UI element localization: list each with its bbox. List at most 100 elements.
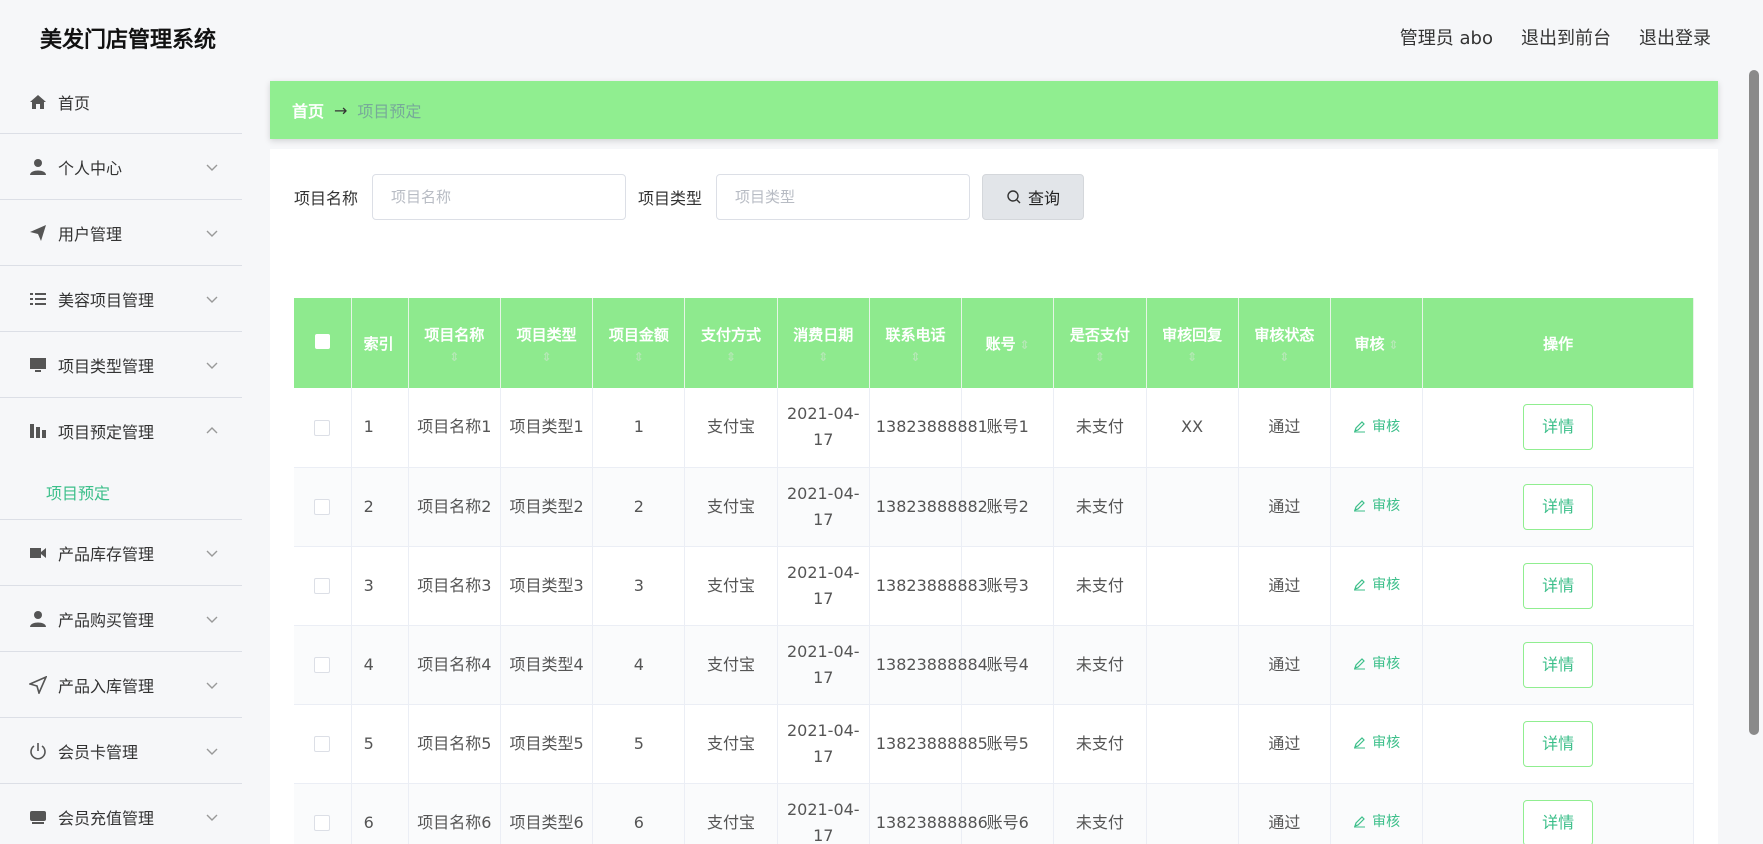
cell-pay: 支付宝: [684, 546, 778, 626]
select-all-checkbox[interactable]: [314, 333, 330, 349]
card-icon: [28, 807, 48, 827]
home-icon: [28, 92, 48, 112]
cell-type: 项目类型1: [500, 388, 594, 468]
power-icon: [28, 741, 48, 761]
sort-icon[interactable]: ⇕: [1245, 351, 1324, 363]
row-checkbox-cell[interactable]: [294, 388, 352, 468]
chevron-down-icon: [206, 682, 218, 689]
row-checkbox-cell[interactable]: [294, 704, 352, 784]
project-type-input[interactable]: [716, 174, 971, 220]
sort-icon[interactable]: ⇕: [415, 351, 494, 363]
row-checkbox[interactable]: [314, 578, 331, 594]
row-checkbox[interactable]: [314, 736, 331, 752]
col-audit-reply[interactable]: 审核回复 ⇕: [1146, 298, 1239, 388]
detail-button[interactable]: 详情: [1523, 641, 1594, 688]
sort-icon[interactable]: ⇕: [1153, 351, 1232, 363]
page-scrollbar[interactable]: [1749, 70, 1759, 844]
col-label: 联系电话: [885, 325, 946, 344]
audit-link[interactable]: 审核: [1353, 809, 1400, 835]
col-is-paid[interactable]: 是否支付 ⇕: [1053, 298, 1147, 388]
cell-reply: [1146, 704, 1239, 784]
sort-icon[interactable]: ⇕: [876, 351, 955, 363]
sort-icon[interactable]: ⇕: [507, 351, 586, 363]
sort-icon[interactable]: ⇕: [784, 351, 863, 363]
sidebar-item-label: 产品购买管理: [58, 610, 155, 630]
sidebar-item-product-purchase[interactable]: 产品购买管理: [0, 586, 242, 652]
arrow-right-icon: →: [334, 100, 348, 120]
select-all-checkbox-cell[interactable]: [294, 298, 352, 388]
col-payment-method[interactable]: 支付方式 ⇕: [684, 298, 778, 388]
app-title: 美发门店管理系统: [40, 28, 217, 53]
cell-paid: 未支付: [1053, 704, 1147, 784]
cell-amount: 3: [592, 546, 686, 626]
sidebar-item-member-recharge[interactable]: 会员充值管理: [0, 784, 242, 844]
col-project-amount[interactable]: 项目金额 ⇕: [592, 298, 686, 388]
edit-icon: [1354, 421, 1366, 433]
audit-link[interactable]: 审核: [1353, 572, 1400, 598]
col-index: 索引: [351, 298, 409, 388]
col-audit-status[interactable]: 审核状态 ⇕: [1238, 298, 1331, 388]
sort-icon[interactable]: ⇕: [1389, 338, 1399, 352]
row-checkbox[interactable]: [314, 657, 331, 673]
col-label: 项目类型: [516, 325, 577, 344]
sidebar-item-personal-center[interactable]: 个人中心: [0, 134, 242, 200]
audit-link[interactable]: 审核: [1353, 730, 1400, 756]
cell-amount: 5: [592, 704, 686, 784]
detail-button[interactable]: 详情: [1523, 483, 1594, 530]
sidebar-item-project-booking[interactable]: 项目预定管理: [0, 398, 242, 464]
audit-link[interactable]: 审核: [1353, 493, 1400, 519]
row-checkbox[interactable]: [314, 815, 331, 831]
sidebar-item-label: 首页: [58, 93, 91, 113]
edit-icon: [1354, 816, 1366, 828]
col-actions: 操作: [1422, 298, 1694, 388]
user-icon: [28, 157, 48, 177]
type-label: 项目类型: [638, 189, 703, 208]
search-button[interactable]: 查询: [982, 174, 1085, 220]
sort-icon[interactable]: ⇕: [599, 351, 678, 363]
col-phone[interactable]: 联系电话 ⇕: [869, 298, 963, 388]
scrollbar-thumb[interactable]: [1749, 70, 1759, 735]
breadcrumb: 首页 → 项目预定: [270, 81, 1718, 139]
row-checkbox-cell[interactable]: [294, 783, 352, 844]
sidebar-item-home[interactable]: 首页: [0, 70, 242, 134]
sidebar-item-beauty-project[interactable]: 美容项目管理: [0, 266, 242, 332]
detail-button[interactable]: 详情: [1523, 720, 1594, 767]
cell-index: 1: [351, 388, 409, 468]
exit-to-front-link[interactable]: 退出到前台: [1521, 24, 1611, 50]
audit-link-label: 审核: [1372, 418, 1401, 435]
cell-type: 项目类型4: [500, 625, 594, 705]
sidebar-subitem-project-booking[interactable]: 项目预定: [0, 464, 242, 520]
sidebar-item-member-card[interactable]: 会员卡管理: [0, 718, 242, 784]
col-project-name[interactable]: 项目名称 ⇕: [408, 298, 502, 388]
detail-button[interactable]: 详情: [1523, 562, 1594, 609]
col-label: 项目金额: [608, 325, 669, 344]
sidebar-item-project-type[interactable]: 项目类型管理: [0, 332, 242, 398]
row-checkbox-cell[interactable]: [294, 467, 352, 547]
cell-actions: 详情: [1422, 388, 1694, 468]
table-row: 1 项目名称1 项目类型1 1 支付宝 2021-04-17 13823888881 账号1 未…: [294, 388, 1694, 468]
logout-link[interactable]: 退出登录: [1639, 24, 1711, 50]
sidebar-item-product-inbound[interactable]: 产品入库管理: [0, 652, 242, 718]
col-consume-date[interactable]: 消费日期 ⇕: [777, 298, 870, 388]
audit-link[interactable]: 审核: [1353, 414, 1400, 440]
admin-label: 管理员 abo: [1399, 28, 1493, 49]
sidebar: 首页 个人中心 用户管理 美容项目管理 项目类型管理 项目预定管理 项目预定 产…: [0, 70, 242, 844]
sort-icon[interactable]: ⇕: [691, 351, 770, 363]
audit-link[interactable]: 审核: [1353, 651, 1400, 677]
sort-icon[interactable]: ⇕: [1020, 338, 1030, 352]
detail-button[interactable]: 详情: [1523, 404, 1594, 451]
sort-icon[interactable]: ⇕: [1060, 351, 1139, 363]
col-audit[interactable]: 审核 ⇕: [1330, 298, 1424, 388]
col-account[interactable]: 账号 ⇕: [961, 298, 1055, 388]
project-name-input[interactable]: [372, 174, 627, 220]
row-checkbox[interactable]: [314, 499, 331, 515]
detail-button[interactable]: 详情: [1523, 799, 1594, 844]
row-checkbox-cell[interactable]: [294, 546, 352, 626]
sidebar-item-product-stock[interactable]: 产品库存管理: [0, 520, 242, 586]
row-checkbox-cell[interactable]: [294, 625, 352, 705]
breadcrumb-home[interactable]: 首页: [292, 98, 324, 122]
col-project-type[interactable]: 项目类型 ⇕: [500, 298, 594, 388]
cell-actions: 详情: [1422, 546, 1694, 626]
sidebar-item-user-management[interactable]: 用户管理: [0, 200, 242, 266]
row-checkbox[interactable]: [314, 419, 331, 436]
